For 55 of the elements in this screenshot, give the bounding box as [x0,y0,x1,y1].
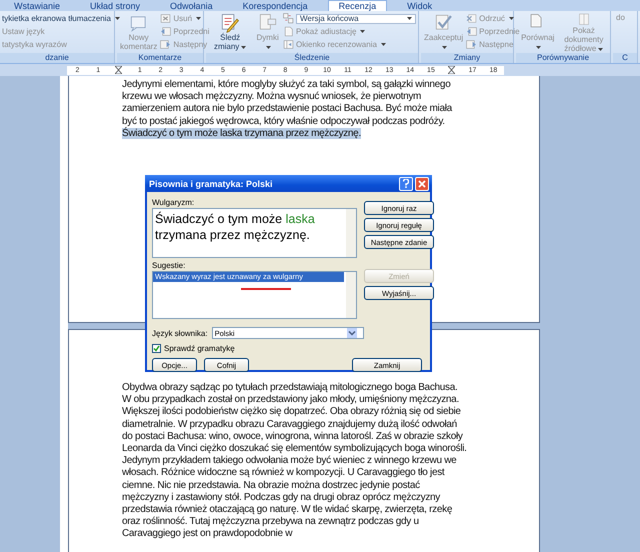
caret-icon [360,30,366,33]
ribbon-tab[interactable]: Korespondencja [232,1,318,11]
checkbox-label: Sprawdź gramatykę [164,344,235,353]
caret-icon [536,46,542,49]
ribbon-tab[interactable]: Wstawianie [4,1,70,11]
arrow-right-icon [160,39,172,50]
scrollbar[interactable] [346,272,356,318]
ribbon-tab[interactable]: Odwołania [160,1,223,11]
markup-dropdown[interactable]: Wersja końcowa [296,14,416,24]
indent-marker-icon[interactable] [448,66,456,74]
body-paragraph: Jedynymi elementami, które moglyby służyć za taki symbol, są gałązki winnego krzewu we włosach mężczyzny. Można wysnuć wniosek, że pierwotnym zamierzeniem autora nie bylo przedstawienie postaci Bachusa. Być może miała być to postać jakiegoś wędrowca, który właśnie odpoczywał podczas podróży. Świadczyć o tym może laska trzymana przez mężczyznę. [122,79,454,140]
group-label: C [613,53,637,63]
caret-icon [241,46,246,49]
field-label: Język słownika: [152,328,208,338]
arrow-left-icon [160,26,172,37]
caret-icon [196,17,202,20]
close-icon [418,180,426,188]
caret-icon [442,46,448,49]
caret-icon [407,17,412,20]
group-label: Zmiany [421,53,513,63]
help-icon [403,179,409,188]
page-icon [283,26,294,37]
pencil-document-icon [220,13,240,33]
indent-marker-icon[interactable] [115,66,122,74]
sentence-field[interactable]: Świadczyć o tym może laska trzymana przez mężczyznę. [152,208,357,258]
caret-icon [380,43,386,46]
body-paragraph: Obydwa obrazy sądząc po tytułach przedstawiają mitologicznego boga Bachusa. W obu przypadkach został on przedstawiony jako młody, umięśniony mężczyzna. Większej ilości podobieństw ciężko się dopatrzeć. Oba obrazy różnią się od siebie diametralnie. W przypadku obrazu Caravaggiego znajdujemy dużą ilość odwołań do postaci Bachusa: wino, owoce, winogrona, winna latorośl. Zaś w obrazie szkoły Leonarda da Vinci ciężko doszukać się elementów symbolizujących boga winorośli. Jedynym przykładem takiego odwołania może być wieniec z winnego krzewu we włosach. Różnice widoczne są również w kompozycji. U Caravaggiego tło jest ciemne. Nic nie przedstawia. Na obrazie można dostrzec jedynie postać mężczyzny i zastawiony stół. Podczas gdy na drugi obraz oprócz mężczyzny przedstawia również otaczającą go naturę. W tle widać skarpę, zwierzęta, rzekę oraz roślinność. Tutaj mężczyzna przebywa na zewnątrz podczas gdy u Caravaggiego jest on prawdopodobnie w [122,382,468,541]
field-label: Sugestie: [152,261,186,271]
ribbon-tab[interactable]: Widok [397,1,442,11]
cross-document-icon [466,13,478,24]
ribbon-tab[interactable]: Układ strony [80,1,150,11]
ribbon-tab[interactable]: Recenzja [328,0,388,11]
field-label: Wulgaryzm: [152,198,196,208]
close-button[interactable] [415,176,429,190]
ribbon-button[interactable]: tykietka ekranowa tłumaczenia [2,13,120,24]
group-label: Komentarze [117,53,203,63]
caret-icon [114,17,120,20]
caret-icon [266,46,272,49]
pane-icon [283,39,294,50]
delete-icon [160,13,172,24]
dropdown-arrow-icon [346,328,357,338]
underline-mark [241,288,291,290]
caret-icon [508,17,514,20]
caret-icon [598,48,604,51]
checkbox[interactable] [152,344,161,353]
scrollbar[interactable] [346,209,356,257]
help-button[interactable] [399,176,413,190]
dialog-title: Pisownia i gramatyka: Polski [149,178,274,188]
group-label: Porównywanie [516,53,610,63]
group-label: Śledzenie [206,53,418,63]
arrow-right-icon [466,39,478,50]
arrow-left-icon [466,26,478,37]
group-label: dzanie [0,53,114,63]
compare-icon [283,13,294,24]
ribbon-button[interactable]: Śledź zmiany [208,13,252,53]
